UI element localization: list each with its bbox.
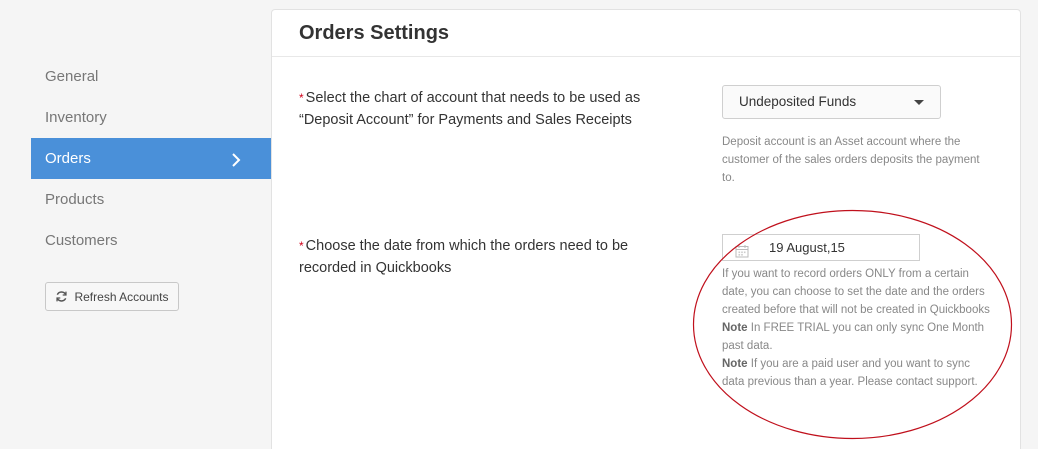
- deposit-account-value: Undeposited Funds: [739, 94, 857, 109]
- date-label-line1: Choose the date from which the orders ne…: [305, 238, 629, 254]
- start-date-input[interactable]: 19 August,15: [722, 234, 920, 261]
- deposit-label-line1: Select the chart of account that needs t…: [305, 90, 641, 106]
- note-label: Note: [722, 358, 748, 370]
- deposit-label-line2: “Deposit Account” for Payments and Sales…: [299, 112, 632, 128]
- free-trial-note: In FREE TRIAL you can only sync One Mont…: [722, 322, 985, 352]
- note-label: Note: [722, 322, 748, 334]
- start-date-help-main: If you want to record orders ONLY from a…: [722, 268, 990, 316]
- date-label-line2: recorded in Quickbooks: [299, 260, 452, 276]
- sidebar-item-products[interactable]: Products: [31, 179, 271, 220]
- sidebar-item-customers[interactable]: Customers: [31, 220, 271, 261]
- sidebar-item-inventory[interactable]: Inventory: [31, 97, 271, 138]
- required-marker: *: [299, 91, 304, 105]
- deposit-account-select[interactable]: Undeposited Funds: [722, 85, 941, 119]
- sidebar-item-label: Customers: [45, 232, 118, 249]
- calendar-icon[interactable]: [735, 241, 749, 266]
- refresh-accounts-label: Refresh Accounts: [74, 289, 169, 304]
- sidebar-item-general[interactable]: General: [31, 56, 271, 97]
- chevron-right-icon: [231, 138, 241, 179]
- deposit-account-help: Deposit account is an Asset account wher…: [722, 136, 980, 184]
- sidebar-item-label: Products: [45, 191, 105, 208]
- start-date-help: If you want to record orders ONLY from a…: [722, 265, 994, 391]
- sidebar-item-label: Orders: [45, 150, 91, 167]
- sidebar-item-label: Inventory: [45, 109, 107, 126]
- required-marker: *: [299, 239, 304, 253]
- paid-user-note: If you are a paid user and you want to s…: [722, 358, 978, 388]
- refresh-accounts-button[interactable]: Refresh Accounts: [45, 282, 179, 311]
- page-title: Orders Settings: [272, 10, 1020, 57]
- orders-settings-page: General Inventory Orders Products Custom…: [0, 0, 1038, 449]
- caret-down-icon: [914, 100, 924, 105]
- deposit-account-label: * Select the chart of account that needs …: [299, 87, 669, 131]
- sidebar-item-orders[interactable]: Orders: [31, 138, 271, 179]
- start-date-label: * Choose the date from which the orders n…: [299, 235, 669, 279]
- start-date-value: 19 August,15: [769, 240, 845, 255]
- refresh-icon: [55, 290, 68, 303]
- sidebar-item-label: General: [45, 68, 99, 85]
- settings-sidebar: General Inventory Orders Products Custom…: [31, 56, 271, 261]
- orders-settings-panel: Orders Settings * Select the chart of acc…: [271, 9, 1021, 449]
